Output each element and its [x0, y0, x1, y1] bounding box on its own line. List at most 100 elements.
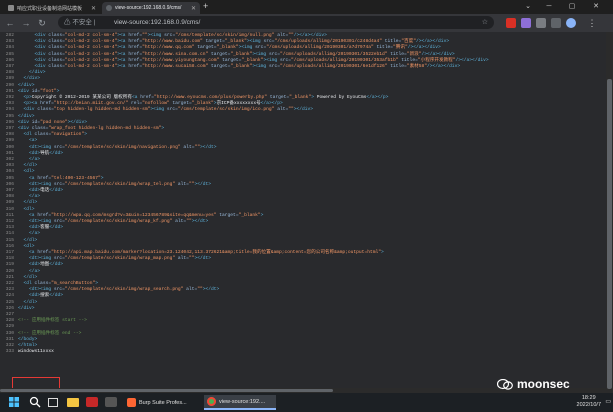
source-viewer[interactable]: 282 <div class="col-md-2 col-sm-4"><a hr… — [0, 32, 613, 393]
code-token: </dl> — [23, 163, 38, 169]
source-line: 324 <dd>搜索</dd> — [0, 293, 600, 299]
code-token: "col-md-2 col-sm-4" — [64, 64, 118, 69]
sidebar-icon[interactable] — [551, 18, 561, 28]
line-number: 326 — [5, 305, 14, 311]
forward-button[interactable]: → — [20, 16, 32, 30]
vertical-scrollbar[interactable] — [606, 32, 613, 393]
notification-icon[interactable]: ▭ — [605, 398, 611, 405]
code-token: <!-- 应用插件标签 start --> — [18, 318, 87, 324]
code-token: alt= — [175, 256, 189, 262]
source-line: 310 <dl> — [0, 207, 600, 213]
source-line: 318 <dt><img src="/cms/template/sc/skin/… — [0, 256, 600, 262]
code-token: href= — [128, 33, 143, 38]
code-token: class= — [37, 107, 54, 113]
code-token: > — [95, 281, 98, 286]
line-number: 325 — [5, 299, 14, 305]
code-token: <div — [18, 126, 32, 131]
code-token: </dl> — [23, 200, 38, 206]
folder-icon[interactable] — [67, 398, 79, 407]
tab-search-icon[interactable]: ⌄ — [519, 0, 537, 14]
taskbar-app-burp[interactable]: Burp Suite Profes... — [124, 395, 202, 410]
code-token: <dt><img — [29, 287, 54, 293]
code-token: </a> — [29, 268, 41, 274]
code-token: ></div> — [67, 119, 87, 125]
code-token: > — [100, 175, 104, 181]
code-token: "col-md-2 col-sm-4" — [64, 45, 118, 51]
close-icon[interactable]: ✕ — [91, 5, 96, 12]
tab-view-source[interactable]: view-source:192.168.0.9/cms/ ✕ — [102, 2, 200, 14]
horizontal-scroll-thumb[interactable] — [0, 389, 334, 392]
code-token: <dl> — [23, 243, 35, 249]
vertical-scroll-thumb[interactable] — [607, 79, 612, 390]
line-number: 315 — [5, 237, 14, 243]
code-token: target= — [267, 95, 290, 100]
new-tab-button[interactable]: + — [203, 1, 208, 11]
source-line: 305 <a href="tel:400-123-4567"> — [0, 176, 600, 182]
windows-start-icon[interactable] — [8, 396, 20, 408]
close-icon[interactable]: ✕ — [191, 5, 196, 12]
code-token: src= — [255, 45, 267, 51]
code-token: 电话 — [40, 188, 50, 193]
code-token: </a> — [29, 157, 41, 162]
search-icon[interactable] — [29, 396, 41, 408]
code-token: alt= — [172, 219, 187, 224]
code-token: target= — [208, 51, 231, 57]
source-line: 326 </div> — [0, 306, 600, 312]
code-token: "/cms/uploads/allimg/20190301/3522eb1d" — [279, 51, 388, 57]
line-number: 306 — [5, 181, 14, 187]
app-dark-icon[interactable] — [105, 397, 117, 407]
extension-red-icon[interactable] — [506, 18, 516, 28]
close-window-button[interactable]: ✕ — [587, 0, 605, 14]
line-number: 289 — [5, 76, 14, 82]
code-token: </dd> — [49, 293, 64, 299]
wechat-icon — [497, 378, 513, 390]
extension-purple-icon[interactable] — [521, 18, 531, 28]
taskbar-app-chrome[interactable]: view-source:192.... — [204, 395, 276, 410]
code-token: "/cms/template/sc/skin/img/ico.png" — [177, 107, 275, 113]
security-indicator[interactable]: ⚠ 不安全 | — [64, 16, 95, 29]
minimize-button[interactable]: ─ — [540, 0, 558, 14]
maximize-button[interactable]: ▢ — [563, 0, 581, 14]
code-token: title= — [387, 51, 407, 57]
reload-button[interactable]: ↻ — [36, 16, 48, 30]
code-token: "navigation" — [51, 132, 85, 138]
code-token: "/cms/template/sc/skin/img/wrap_tel.png" — [64, 181, 176, 187]
source-line: 320 </a> — [0, 269, 600, 275]
code-token: class= — [34, 132, 52, 138]
code-token: ></dt> — [202, 287, 220, 293]
source-line: 333 windows11xxxx — [0, 349, 600, 355]
code-token: "http://api.map.baidu.com/marker?locatio… — [51, 250, 381, 255]
back-button[interactable]: ← — [4, 16, 16, 30]
source-line: 287 <div class="col-md-2 col-sm-4"><a hr… — [0, 64, 600, 70]
source-line: 299 <a> — [0, 138, 600, 144]
tab-template-site[interactable]: 响应式职业设备制造网站模板 ✕ — [4, 2, 100, 14]
code-token: "http://www.sina.com.cn" — [142, 51, 209, 57]
profile-avatar[interactable] — [566, 18, 576, 28]
bookmark-star-icon[interactable]: ☆ — [482, 16, 488, 29]
clock[interactable]: 18:29 2022/10/7 — [577, 395, 601, 409]
watermark-text: moonsec — [517, 377, 570, 391]
code-token: src= — [268, 51, 280, 57]
source-line: 308 </a> — [0, 194, 600, 200]
code-token: <div — [23, 107, 38, 113]
code-token: </dd> — [49, 225, 64, 231]
code-token: <dl> — [23, 169, 35, 175]
address-bar[interactable]: ⚠ 不安全 | view-source:192.168.0.9/cms/ ☆ — [58, 16, 494, 29]
app-red-icon[interactable] — [86, 397, 98, 407]
source-line: 297 <div class="wrap_foot hidden-lg hidde… — [0, 126, 600, 132]
task-view-icon[interactable] — [48, 398, 58, 407]
code-token: src= — [53, 219, 65, 224]
line-number: 290 — [5, 82, 14, 88]
code-token: "foot" — [40, 88, 57, 94]
extension-puzzle-icon[interactable] — [536, 18, 546, 28]
more-menu-icon[interactable]: ⋮ — [586, 16, 598, 30]
source-line: 332 </html> — [0, 343, 600, 349]
line-number: 319 — [5, 262, 14, 268]
browser-toolbar: ← → ↻ ⚠ 不安全 | view-source:192.168.0.9/cm… — [0, 14, 613, 32]
line-number: 314 — [5, 231, 14, 237]
source-line: 313 <dd>客服</dd> — [0, 225, 600, 231]
code-token: 导航 — [40, 150, 50, 156]
